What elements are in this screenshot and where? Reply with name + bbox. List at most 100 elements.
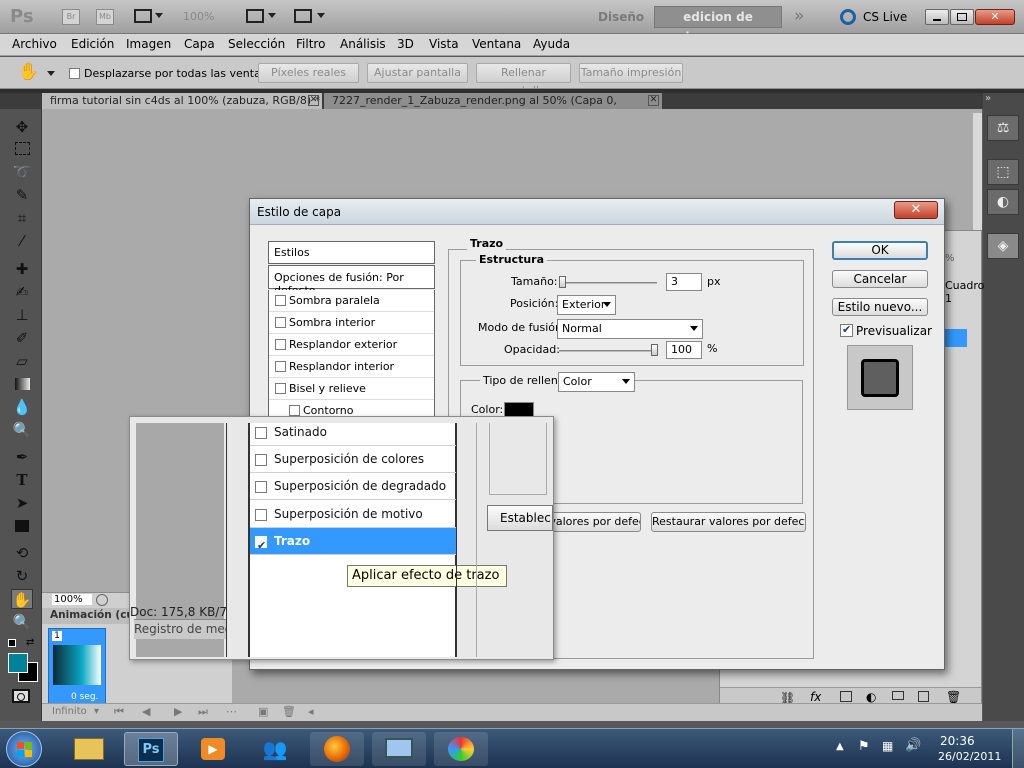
effect-row-sombra-interior[interactable]: Sombra interior <box>269 312 434 334</box>
effect-checkbox[interactable] <box>275 317 286 328</box>
trash-icon[interactable]: 🗑 <box>946 690 961 704</box>
quick-selection-tool-icon[interactable]: ✎ <box>11 185 33 205</box>
tab-zabuza-render[interactable]: 7227_render_1_Zabuza_render.png al 50% (… <box>324 93 662 122</box>
menu-3d[interactable]: 3D <box>397 37 414 51</box>
size-slider[interactable] <box>559 282 657 284</box>
opacity-input[interactable]: 100 <box>666 341 702 359</box>
fx-icon[interactable]: fx <box>810 690 821 704</box>
show-desktop-button[interactable] <box>1012 729 1024 768</box>
menu-seleccion[interactable]: Selección <box>228 37 285 51</box>
clock-time[interactable]: 20:36 <box>940 734 975 748</box>
foreground-color-swatch[interactable] <box>8 653 28 673</box>
size-slider-thumb[interactable] <box>559 276 566 288</box>
tween-icon[interactable]: ⋯ <box>226 705 237 718</box>
firefox-icon[interactable] <box>310 732 364 766</box>
media-player-icon[interactable]: ▶ <box>186 732 240 766</box>
print-size-button[interactable]: Tamaño impresión <box>579 63 683 83</box>
tool-preset-chevron-icon[interactable] <box>47 71 55 76</box>
menu-vista[interactable]: Vista <box>429 37 459 51</box>
menu-edicion[interactable]: Edición <box>71 37 114 51</box>
scroll-left-icon[interactable]: ◂ <box>308 705 314 718</box>
blend-mode-select[interactable]: Normal <box>557 319 703 339</box>
effect-row-resplandor-exterior[interactable]: Resplandor exterior <box>269 334 434 356</box>
effect-checkbox[interactable] <box>275 295 286 306</box>
paint-icon[interactable] <box>434 732 488 766</box>
next-frame-icon[interactable]: ⏭ <box>198 705 208 719</box>
restore-button[interactable] <box>950 9 974 25</box>
collapse-chevron-icon[interactable]: » <box>985 93 991 104</box>
menu-capa[interactable]: Capa <box>184 37 215 51</box>
effect-row-sombra-paralela[interactable]: Sombra paralela <box>269 290 434 312</box>
effect-checkbox[interactable] <box>275 339 286 350</box>
add-mask-icon[interactable] <box>840 691 852 702</box>
effect-checkbox[interactable] <box>275 383 286 394</box>
network-icon[interactable]: ▦ <box>882 739 893 753</box>
effect-row-superposicion-colores[interactable]: Superposición de colores <box>250 446 456 473</box>
effect-row-superposicion-motivo[interactable]: Superposición de motivo <box>250 501 456 528</box>
healing-brush-tool-icon[interactable]: ✚ <box>11 259 33 279</box>
tab-firma-tutorial[interactable]: firma tutorial sin c4ds al 100% (zabuza,… <box>42 93 322 109</box>
fill-screen-button[interactable]: Rellenar pantalla <box>476 63 571 97</box>
reset-default-button[interactable]: Restaurar valores por defecto <box>651 512 806 532</box>
3d-orbit-tool-icon[interactable]: ↻ <box>11 566 33 586</box>
marquee-tool-icon[interactable] <box>11 139 33 159</box>
first-frame-icon[interactable]: ⏮ <box>114 705 124 719</box>
close-icon[interactable]: ✕ <box>308 95 319 106</box>
status-menu-icon[interactable] <box>96 594 108 606</box>
lasso-tool-icon[interactable]: ➰ <box>11 162 33 182</box>
stroke-color-swatch[interactable] <box>504 402 534 417</box>
zoom-tool-icon[interactable]: 🔍 <box>11 612 33 632</box>
menu-ayuda[interactable]: Ayuda <box>533 37 570 51</box>
swap-colors-icon[interactable]: ⇄ <box>26 637 34 648</box>
position-select[interactable]: Exterior <box>557 295 616 315</box>
effect-checkbox[interactable] <box>255 454 267 466</box>
move-tool-icon[interactable]: ✥ <box>11 117 33 137</box>
3d-panel-icon[interactable]: ⬚ <box>987 159 1019 185</box>
blend-options-row[interactable]: Opciones de fusión: Por defecto <box>268 265 435 297</box>
actual-pixels-button[interactable]: Píxeles reales <box>258 63 359 83</box>
menu-analisis[interactable]: Análisis <box>340 37 386 51</box>
clone-stamp-tool-icon[interactable]: ⊥ <box>11 305 33 325</box>
effect-checkbox[interactable] <box>255 427 267 439</box>
menu-imagen[interactable]: Imagen <box>126 37 171 51</box>
messenger-icon[interactable]: 👥 <box>248 732 302 766</box>
masks-icon[interactable]: ◐ <box>987 189 1019 215</box>
action-center-flag-icon[interactable]: ⚑ <box>858 739 870 754</box>
group-folder-icon[interactable] <box>892 691 904 700</box>
chevron-down-icon[interactable] <box>155 13 163 18</box>
effect-row-resplandor-interior[interactable]: Resplandor interior <box>269 356 434 378</box>
chevron-down-icon[interactable]: ▾ <box>94 706 99 717</box>
arrange-documents-icon[interactable] <box>246 9 264 23</box>
effect-checkbox[interactable]: ✔ <box>255 536 267 552</box>
hand-tool-icon[interactable]: ✋ <box>18 62 39 82</box>
ok-button[interactable]: OK <box>832 241 928 260</box>
effect-row-superposicion-degradado[interactable]: Superposición de degradado <box>250 473 456 500</box>
app-close-button[interactable]: ✕ <box>975 9 1015 25</box>
previous-frame-icon[interactable]: ◀ <box>142 705 150 718</box>
new-style-button[interactable]: Estilo nuevo... <box>832 298 928 316</box>
layers-icon[interactable]: ◈ <box>987 233 1019 259</box>
zoom-level-combo[interactable]: 100% <box>183 10 214 23</box>
preview-checkbox[interactable]: ✔ <box>840 323 853 337</box>
selected-layer-row[interactable] <box>945 329 967 347</box>
cs-live-button[interactable]: CS Live <box>863 10 907 24</box>
blur-tool-icon[interactable]: 💧 <box>11 397 33 417</box>
cancel-button[interactable]: Cancelar <box>832 270 928 288</box>
history-brush-tool-icon[interactable]: ✐ <box>11 328 33 348</box>
menu-filtro[interactable]: Filtro <box>296 37 325 51</box>
effect-checkbox[interactable] <box>275 361 286 372</box>
workspace-edicion[interactable]: edicion de imagenes <box>654 6 782 44</box>
new-layer-icon[interactable] <box>918 691 929 702</box>
eraser-tool-icon[interactable]: ▱ <box>11 351 33 371</box>
hand-tool-active-icon[interactable]: ✋ <box>11 589 33 609</box>
shape-tool-icon[interactable] <box>11 516 33 536</box>
bridge-button[interactable]: Br <box>62 9 80 25</box>
styles-header[interactable]: Estilos <box>268 241 435 264</box>
photoshop-icon[interactable]: Ps <box>124 732 178 766</box>
3d-rotate-tool-icon[interactable]: ⟲ <box>11 543 33 563</box>
minimize-button[interactable] <box>925 9 949 25</box>
clock-date[interactable]: 26/02/2011 <box>938 750 1001 763</box>
zoomed-set-default-button[interactable]: Establec <box>487 505 553 531</box>
chevron-down-icon[interactable] <box>317 13 325 18</box>
minibridge-button[interactable]: Mb <box>96 9 114 25</box>
